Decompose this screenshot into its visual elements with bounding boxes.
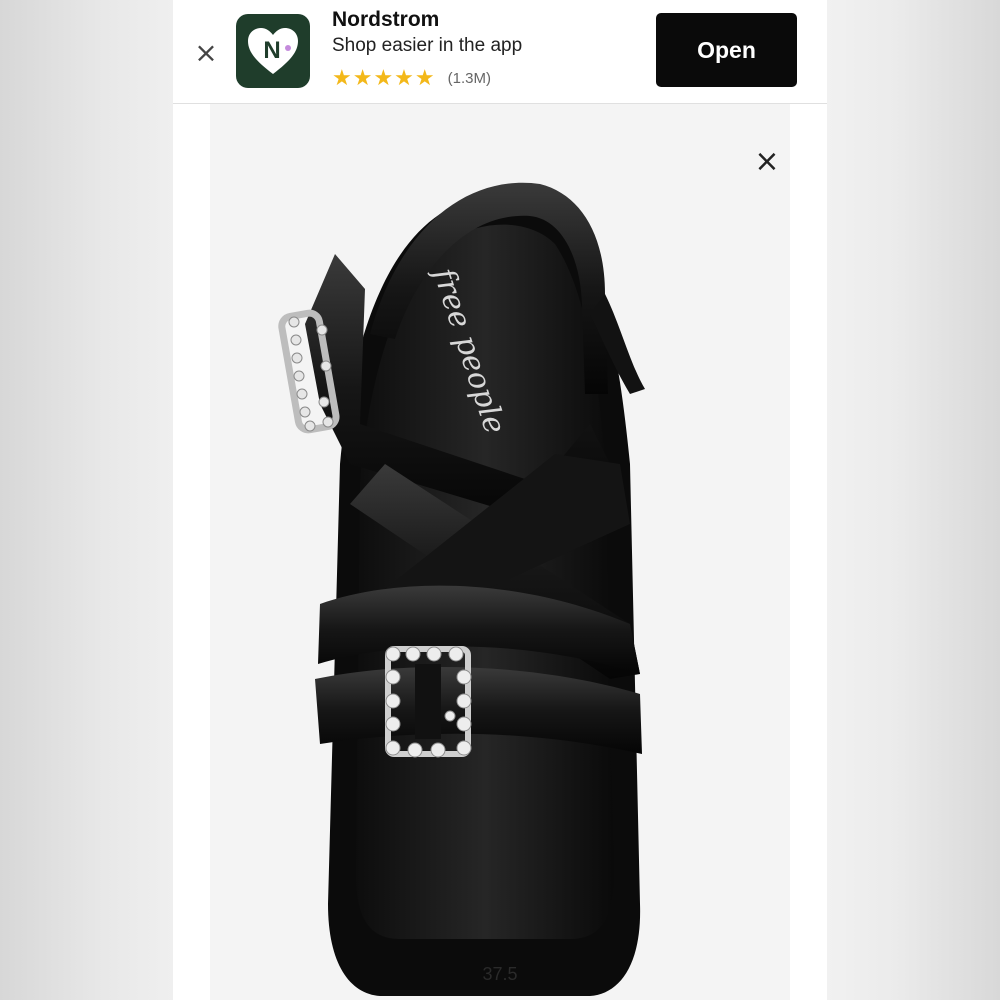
left-background: [0, 0, 173, 1000]
nordstrom-app-icon: N: [236, 14, 310, 88]
sandal-photo: free people 37.5: [278, 182, 645, 996]
rating-count: (1.3M): [447, 70, 491, 87]
banner-close-icon[interactable]: ×: [191, 38, 221, 68]
heart-logo-icon: N: [248, 28, 298, 74]
app-rating: ★★★★★ (1.3M): [332, 66, 491, 91]
phone-screen: × N Nordstrom Shop easier in the app ★★★…: [173, 0, 827, 1000]
app-icon-letter: N: [263, 37, 280, 64]
rating-stars-icon: ★★★★★: [332, 66, 436, 91]
app-name: Nordstrom: [332, 8, 440, 31]
open-app-button[interactable]: Open: [656, 13, 797, 87]
photo-close-icon[interactable]: ×: [751, 146, 783, 178]
size-mark: 37.5: [482, 964, 517, 984]
right-background: [827, 0, 1000, 1000]
product-image: free people 37.5: [210, 104, 790, 1000]
app-tagline: Shop easier in the app: [332, 35, 523, 56]
app-install-banner: × N Nordstrom Shop easier in the app ★★★…: [173, 0, 827, 104]
